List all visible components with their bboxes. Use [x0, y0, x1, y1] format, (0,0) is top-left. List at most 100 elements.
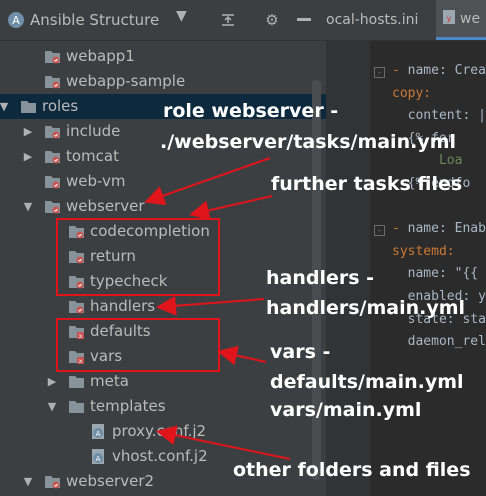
- yaml-file-icon: y: [442, 9, 456, 29]
- tree-item-label: defaults: [90, 322, 151, 340]
- role-icon: [44, 473, 61, 490]
- ide-window: A Ansible Structure ▼ ⚙ webapp1 webapp-sa…: [0, 0, 486, 496]
- tree-item-proxy-conf-j2[interactable]: Aproxy.conf.j2: [0, 419, 326, 444]
- tree-item-label: meta: [90, 372, 129, 390]
- tab-label: ocal-hosts.ini: [326, 12, 419, 28]
- tab-label: we: [460, 10, 481, 27]
- role-icon: [44, 123, 61, 140]
- panel-title[interactable]: Ansible Structure: [30, 11, 159, 29]
- collapse-all-icon[interactable]: [218, 10, 238, 30]
- tree-item-label: roles: [42, 97, 79, 115]
- code-line: enabled: y: [392, 289, 486, 304]
- tree-item-tomcat[interactable]: ▶ tomcat: [0, 144, 326, 169]
- tree-item-label: tomcat: [66, 147, 119, 165]
- tab-local-hosts[interactable]: ocal-hosts.ini ✕: [326, 0, 424, 40]
- tree-item-label: web-vm: [66, 172, 126, 190]
- tree-item-return[interactable]: return: [0, 244, 326, 269]
- tree-item-roles[interactable]: ▼ roles: [0, 94, 326, 119]
- tree-item-webapp-sample[interactable]: webapp-sample: [0, 69, 326, 94]
- tree-item-label: typecheck: [90, 272, 168, 290]
- svg-text:x: x: [79, 333, 83, 340]
- code-line: name: "{{: [392, 266, 486, 282]
- code-line: {% endfo: [392, 176, 471, 191]
- expand-arrow-right-icon[interactable]: ▶: [21, 144, 35, 169]
- expand-arrow-down-icon[interactable]: ▼: [21, 194, 35, 219]
- svg-text:x: x: [79, 358, 83, 365]
- tree-item-web-vm[interactable]: web-vm: [0, 169, 326, 194]
- editor-tabs: ocal-hosts.ini ✕ y we: [326, 0, 486, 41]
- tab-webserver[interactable]: y we: [436, 0, 486, 40]
- folder-icon: [20, 98, 37, 115]
- vars-icon: x: [68, 348, 85, 365]
- role-icon: [44, 73, 61, 90]
- expand-arrow-down-icon[interactable]: ▼: [21, 469, 35, 494]
- task-icon: [68, 273, 85, 290]
- code-line: Loa: [392, 153, 463, 169]
- tree-item-label: templates: [90, 397, 166, 415]
- tree-item-vhost-conf-j2[interactable]: Avhost.conf.j2: [0, 444, 326, 469]
- tree-item-label: webapp1: [66, 47, 135, 65]
- ansible-icon: A: [6, 10, 26, 30]
- code-line: copy:: [392, 85, 432, 101]
- tree-item-codecompletion[interactable]: codecompletion: [0, 219, 326, 244]
- tree-item-label: webapp-sample: [66, 72, 186, 90]
- tree-item-label: handlers: [90, 297, 156, 315]
- expand-arrow-right-icon[interactable]: ▶: [45, 369, 59, 394]
- svg-text:A: A: [96, 455, 101, 463]
- code-editor[interactable]: - name: Create-copy: content: | {% for L…: [326, 41, 486, 496]
- gear-icon[interactable]: ⚙: [262, 10, 282, 30]
- code-line: - name: Enable: [392, 221, 486, 237]
- tree-scrollbar[interactable]: [312, 80, 321, 480]
- role-icon: [44, 198, 61, 215]
- expand-arrow-right-icon[interactable]: ▶: [21, 119, 35, 144]
- tree-item-label: webserver: [66, 197, 145, 215]
- task-icon: [68, 248, 85, 265]
- svg-text:A: A: [12, 14, 20, 27]
- code-line: state: sta: [392, 311, 486, 327]
- ansible-structure-panel: A Ansible Structure ▼ ⚙ webapp1 webapp-sa…: [0, 0, 326, 496]
- role-icon: [44, 48, 61, 65]
- tree-item-label: vhost.conf.j2: [112, 447, 208, 465]
- tree-item-label: webserver2: [66, 472, 155, 490]
- folder-icon: [68, 398, 85, 415]
- tree-item-webserver2[interactable]: ▼ webserver2: [0, 469, 326, 494]
- expand-arrow-down-icon[interactable]: ▼: [0, 94, 11, 119]
- minimize-icon[interactable]: [294, 10, 314, 30]
- tree-item-typecheck[interactable]: typecheck: [0, 269, 326, 294]
- vars-icon: x: [68, 323, 85, 340]
- tree-item-label: include: [66, 122, 121, 140]
- ansible-icon: A: [90, 423, 107, 440]
- tree-item-meta[interactable]: ▶ meta: [0, 369, 326, 394]
- code-line: daemon_rel: [392, 334, 486, 350]
- tree-item-label: proxy.conf.j2: [112, 422, 207, 440]
- editor-gutter: [326, 41, 370, 496]
- code-line: content: |: [392, 108, 486, 124]
- tree-item-webserver[interactable]: ▼ webserver: [0, 194, 326, 219]
- fold-icon[interactable]: -: [374, 67, 385, 78]
- tree-item-defaults[interactable]: x defaults: [0, 319, 326, 344]
- role-icon: [44, 148, 61, 165]
- task-icon: [68, 298, 85, 315]
- chevron-down-icon[interactable]: ▼: [176, 8, 187, 24]
- panel-header: A Ansible Structure ▼ ⚙: [0, 0, 326, 41]
- svg-text:y: y: [447, 14, 452, 23]
- tree-item-label: codecompletion: [90, 222, 210, 240]
- task-icon: [68, 223, 85, 240]
- role-icon: [44, 173, 61, 190]
- tree-item-handlers[interactable]: handlers: [0, 294, 326, 319]
- tree-item-include[interactable]: ▶ include: [0, 119, 326, 144]
- tree-item-label: return: [90, 247, 136, 265]
- expand-arrow-down-icon[interactable]: ▼: [45, 394, 59, 419]
- code-line: systemd:: [392, 243, 455, 259]
- code-line: {% for: [392, 130, 463, 146]
- structure-tree: webapp1 webapp-sample ▼ roles ▶ include ▶ tomca…: [0, 40, 326, 496]
- fold-icon[interactable]: -: [374, 225, 385, 237]
- code-line: - name: Create: [392, 63, 486, 78]
- tree-item-vars[interactable]: x vars: [0, 344, 326, 369]
- svg-text:A: A: [96, 430, 101, 438]
- tree-item-webapp1[interactable]: webapp1: [0, 44, 326, 69]
- folder-icon: [68, 373, 85, 390]
- tree-item-label: vars: [90, 347, 123, 365]
- ansible-icon: A: [90, 448, 107, 465]
- tree-item-templates[interactable]: ▼ templates: [0, 394, 326, 419]
